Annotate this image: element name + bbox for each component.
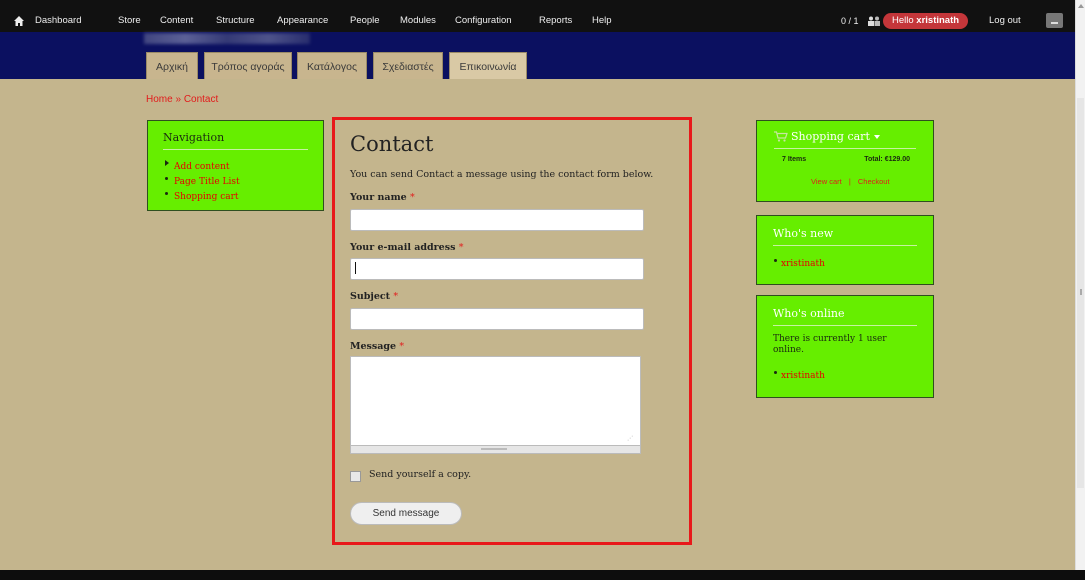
scroll-grip-icon [1080, 289, 1082, 295]
user-link[interactable]: xristinath [781, 259, 825, 269]
toolbar-help-link[interactable]: Help [592, 12, 612, 30]
required-mark: * [399, 341, 405, 352]
name-field[interactable] [350, 209, 644, 231]
view-cart-link[interactable]: View cart [811, 177, 842, 186]
user-count: 0 / 1 [841, 16, 859, 26]
breadcrumb-current[interactable]: Contact [184, 94, 218, 105]
nav-item-add-content[interactable]: Add content [163, 158, 308, 173]
name-label: Your name * [350, 192, 415, 203]
toolbar-toggle-button[interactable] [1046, 13, 1063, 28]
email-label: Your e-mail address * [350, 242, 463, 253]
toolbar-dashboard-link[interactable]: Dashboard [35, 12, 81, 30]
toolbar-store-link[interactable]: Store [118, 12, 141, 30]
toolbar-reports-link[interactable]: Reports [539, 12, 572, 30]
site-logo [144, 33, 310, 44]
name-label-text: Your name [350, 192, 407, 203]
tab-designers[interactable]: Σχεδιαστές [373, 52, 443, 79]
whos-online-block: Who's online There is currently 1 user o… [756, 295, 934, 398]
whos-online-list: xristinath [773, 367, 917, 382]
site-header: Αρχική Τρόπος αγοράς Κατάλογος Σχεδιαστέ… [0, 32, 1085, 79]
people-icon [868, 16, 880, 26]
shopping-cart-block: Shopping cart 7 Items Total: €129.00 Vie… [756, 120, 934, 202]
vertical-scrollbar[interactable] [1075, 0, 1085, 570]
whos-online-text: There is currently 1 user online. [773, 334, 887, 355]
cart-link-separator: | [848, 177, 851, 186]
bottom-bar [0, 570, 1085, 580]
page-content: Home » Contact Navigation Add content Pa… [0, 79, 1075, 570]
message-textarea[interactable] [350, 356, 641, 446]
nav-link[interactable]: Shopping cart [174, 192, 239, 202]
breadcrumb: Home » Contact [146, 94, 218, 105]
required-mark: * [458, 242, 464, 253]
minus-icon [1051, 22, 1058, 24]
contact-form-highlight: Contact You can send Contact a message u… [332, 117, 692, 545]
tab-home[interactable]: Αρχική [146, 52, 198, 79]
grip-lines-icon [481, 448, 507, 450]
navigation-list: Add content Page Title List Shopping car… [163, 158, 308, 203]
toolbar-appearance-link[interactable]: Appearance [277, 12, 328, 30]
send-message-button[interactable]: Send message [350, 502, 462, 525]
cart-title: Shopping cart [791, 130, 870, 143]
page-title: Contact [350, 132, 434, 156]
nav-item-page-title-list[interactable]: Page Title List [163, 173, 308, 188]
toolbar-structure-link[interactable]: Structure [216, 12, 255, 30]
navigation-title: Navigation [163, 131, 308, 150]
required-mark: * [393, 291, 399, 302]
list-item[interactable]: xristinath [773, 367, 917, 382]
breadcrumb-home-link[interactable]: Home [146, 94, 173, 105]
tab-catalog[interactable]: Κατάλογος [297, 52, 367, 79]
required-mark: * [409, 192, 415, 203]
cart-title-row[interactable]: Shopping cart [774, 130, 916, 149]
toolbar-content-link[interactable]: Content [160, 12, 193, 30]
breadcrumb-separator: » [172, 94, 184, 105]
list-item[interactable]: xristinath [773, 255, 917, 270]
user-link[interactable]: xristinath [781, 371, 825, 381]
resize-grip-icon: ⋰ [627, 435, 633, 442]
navigation-block: Navigation Add content Page Title List S… [147, 120, 324, 211]
toolbar-people-link[interactable]: People [350, 12, 380, 30]
subject-label: Subject * [350, 291, 398, 302]
hello-user-badge[interactable]: Hello xristinath [883, 13, 969, 29]
tab-how-to-buy[interactable]: Τρόπος αγοράς [204, 52, 292, 79]
text-caret [355, 262, 356, 274]
hello-prefix: Hello [892, 15, 917, 26]
logout-link[interactable]: Log out [989, 12, 1021, 30]
send-copy-label[interactable]: Send yourself a copy. [369, 469, 471, 480]
cart-links: View cart | Checkout [811, 177, 890, 186]
username: xristinath [916, 15, 960, 26]
scroll-up-icon[interactable] [1078, 4, 1084, 8]
whos-new-block: Who's new xristinath [756, 215, 934, 285]
subject-field[interactable] [350, 308, 644, 330]
toolbar-configuration-link[interactable]: Configuration [455, 12, 512, 30]
contact-intro-text: You can send Contact a message using the… [350, 169, 654, 180]
cart-total: Total: €129.00 [864, 156, 910, 163]
whos-new-list: xristinath [773, 255, 917, 270]
toolbar-modules-link[interactable]: Modules [400, 12, 436, 30]
nav-link[interactable]: Add content [174, 162, 230, 172]
send-copy-checkbox[interactable] [350, 471, 361, 482]
email-label-text: Your e-mail address [350, 242, 456, 253]
nav-link[interactable]: Page Title List [174, 177, 240, 187]
home-icon[interactable] [14, 16, 24, 26]
whos-online-title: Who's online [773, 307, 917, 326]
checkout-link[interactable]: Checkout [858, 177, 890, 186]
chevron-down-icon[interactable] [873, 135, 880, 139]
textarea-resize-handle[interactable] [350, 446, 641, 454]
cart-item-count: 7 Items [782, 156, 807, 163]
message-label-text: Message [350, 341, 397, 352]
tab-contact[interactable]: Επικοινωνία [449, 52, 527, 79]
toolbar-inner: Dashboard Store Content Structure Appear… [14, 12, 1069, 30]
subject-label-text: Subject [350, 291, 391, 302]
cart-icon [774, 131, 788, 142]
admin-toolbar: Dashboard Store Content Structure Appear… [0, 0, 1085, 32]
email-field[interactable] [350, 258, 644, 280]
message-label: Message * [350, 341, 404, 352]
whos-new-title: Who's new [773, 227, 917, 246]
nav-item-shopping-cart[interactable]: Shopping cart [163, 188, 308, 203]
